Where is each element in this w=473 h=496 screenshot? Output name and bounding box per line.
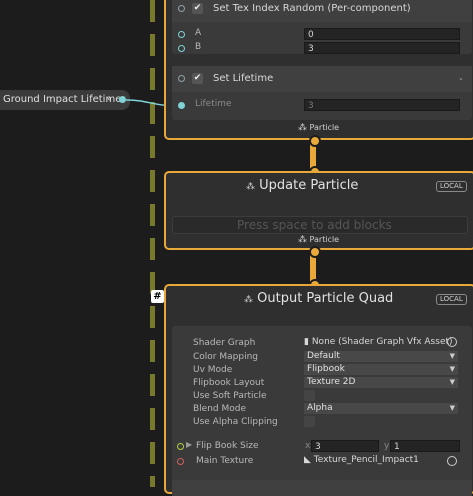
expand-triangle-icon[interactable]: ▶ (186, 440, 192, 449)
set-tex-index-block[interactable]: ✔ Set Tex Index Random (Per-component) A… (172, 0, 472, 54)
color-mapping-dropdown[interactable]: Default ▼ (304, 351, 458, 362)
block-title: Set Tex Index Random (Per-component) (213, 3, 411, 14)
blend-mode-dropdown[interactable]: Alpha ▼ (304, 403, 458, 414)
color-mapping-label: Color Mapping (193, 352, 258, 362)
vfx-icon: ⁂ (298, 235, 307, 245)
context-footer: ⁂ Particle (298, 235, 340, 245)
texture-icon: ◣ (304, 455, 311, 465)
object-picker-icon[interactable] (447, 456, 457, 466)
flow-port[interactable] (309, 246, 321, 258)
update-context[interactable]: ⁂ Update Particle LOCAL Press space to a… (164, 171, 473, 250)
enable-checkbox[interactable]: ✔ (192, 73, 203, 84)
alpha-clipping-checkbox[interactable] (304, 416, 315, 427)
main-texture-port[interactable] (177, 458, 184, 465)
file-icon: ▮ (304, 337, 309, 347)
field-label-a: A (195, 28, 202, 38)
block-port[interactable] (178, 5, 185, 12)
shader-graph-field[interactable]: ▮ None (Shader Graph Vfx Asset) (304, 337, 456, 349)
lifetime-label: Lifetime (195, 99, 232, 109)
lifetime-input[interactable]: 3 (304, 99, 460, 111)
field-input-a[interactable]: 0 (304, 28, 460, 40)
shader-graph-label: Shader Graph (193, 338, 256, 348)
flow-port[interactable] (309, 135, 321, 147)
vfx-icon: ⁂ (244, 295, 253, 305)
vfx-icon: ⁂ (298, 123, 307, 133)
dropdown-arrow-icon: ▼ (449, 378, 455, 386)
block-title: Set Lifetime (213, 73, 274, 84)
uv-mode-dropdown[interactable]: Flipbook ▼ (304, 364, 458, 375)
dropdown-arrow-icon: ▼ (449, 352, 455, 360)
add-block-placeholder: Press space to add blocks (237, 218, 392, 232)
dropdown-arrow-icon: ▼ (449, 404, 455, 412)
main-texture-field[interactable]: ◣ Texture_Pencil_Impact1 (304, 455, 444, 467)
context-title: ⁂ Output Particle Quad (244, 291, 394, 306)
object-picker-icon[interactable] (447, 337, 457, 347)
field-port-a[interactable] (178, 31, 185, 38)
set-lifetime-block[interactable]: ✔ Set Lifetime ⌄ Lifetime 3 (172, 66, 472, 120)
context-title: ⁂ Update Particle (246, 178, 359, 193)
blend-mode-label: Blend Mode (193, 404, 247, 414)
add-block-area[interactable]: Press space to add blocks (172, 216, 468, 234)
local-badge: LOCAL (436, 294, 467, 305)
hash-icon[interactable]: # (151, 290, 164, 303)
output-context[interactable]: ⁂ Output Particle Quad LOCAL Shader Grap… (164, 284, 473, 496)
flip-book-x-label: x (305, 441, 311, 451)
next-block-partial[interactable] (172, 480, 472, 496)
field-port-b[interactable] (178, 45, 185, 52)
flip-book-y-label: y (384, 441, 390, 451)
vfx-icon: ⁂ (246, 182, 255, 192)
field-input-b[interactable]: 3 (304, 42, 460, 54)
flip-book-size-label: Flip Book Size (196, 441, 259, 451)
field-label-b: B (195, 42, 202, 52)
uv-mode-label: Uv Mode (193, 365, 233, 375)
alpha-clipping-label: Use Alpha Clipping (193, 417, 278, 427)
soft-particle-label: Use Soft Particle (193, 391, 267, 401)
flipbook-layout-label: Flipbook Layout (193, 378, 265, 388)
block-port[interactable] (178, 75, 185, 82)
context-footer: ⁂ Particle (298, 123, 340, 133)
soft-particle-checkbox[interactable] (304, 390, 315, 401)
initialize-context[interactable]: ✔ Set Tex Index Random (Per-component) A… (164, 0, 473, 140)
enable-checkbox[interactable]: ✔ (192, 3, 203, 14)
flip-book-x-input[interactable]: 3 (311, 440, 379, 452)
local-badge: LOCAL (436, 181, 467, 192)
flip-book-y-input[interactable]: 1 (390, 440, 460, 452)
collapse-chevron-icon[interactable]: ⌄ (458, 74, 464, 82)
dropdown-arrow-icon: ▼ (449, 365, 455, 373)
lifetime-port[interactable] (178, 102, 185, 109)
flip-book-size-port[interactable] (177, 443, 184, 450)
main-texture-label: Main Texture (196, 456, 254, 466)
flipbook-layout-dropdown[interactable]: Texture 2D ▼ (304, 377, 458, 388)
